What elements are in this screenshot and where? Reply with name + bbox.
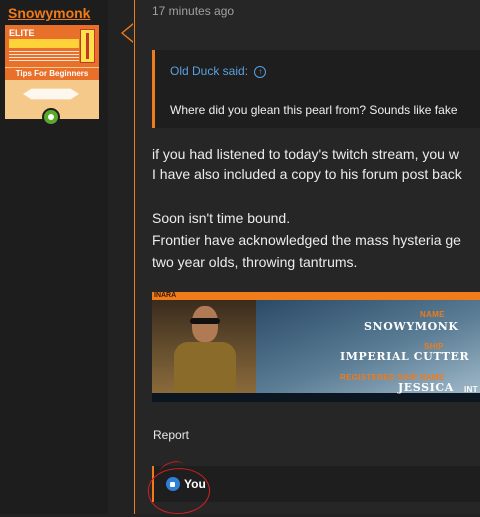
author-username-link[interactable]: Snowymonk — [8, 5, 90, 21]
portrait-face — [192, 306, 218, 342]
avatar-subtitle: Tips For Beginners — [5, 68, 99, 80]
post-paragraph-line: if you had listened to today's twitch st… — [152, 146, 459, 162]
avatar-dangerous-band — [9, 39, 79, 48]
arrow-up-circle-icon: ↑ — [254, 65, 267, 78]
banner-name-value: SNOWYMONK — [364, 320, 459, 333]
banner-name-label: NAME — [420, 310, 445, 319]
portrait-torso — [174, 342, 236, 392]
author-avatar[interactable]: ELITE Tips For Beginners — [5, 25, 99, 119]
report-link[interactable]: Report — [153, 428, 189, 442]
commander-portrait — [152, 300, 256, 393]
post-timestamp-link[interactable]: 17 minutes ago — [152, 4, 234, 18]
post-paragraph-line: Frontier have acknowledged the mass hyst… — [152, 232, 461, 248]
inara-signature-banner[interactable]: INARA NAME SNOWYMONK SHIP IMPERIAL CUTTE… — [152, 292, 480, 402]
banner-extra-label: INT — [464, 385, 478, 394]
post-paragraph-line: Soon isn't time bound. — [152, 210, 291, 226]
post-paragraph-line: two year olds, throwing tantrums. — [152, 254, 358, 270]
portrait-glasses — [190, 318, 220, 324]
avatar-text-lines — [9, 51, 79, 63]
banner-bottom-strip — [152, 393, 480, 402]
banner-ship-value: IMPERIAL CUTTER — [340, 350, 470, 363]
avatar-number-badge — [80, 29, 95, 63]
post-paragraph-line: I have also included a copy to his forum… — [152, 166, 462, 182]
quote-author-link[interactable]: Old Duck said: ↑ — [170, 64, 267, 78]
avatar-title: ELITE — [9, 28, 35, 38]
banner-regname-value: JESSICA — [398, 381, 454, 394]
quote-author-label: Old Duck said: — [170, 64, 249, 78]
avatar-ship-graphic — [23, 88, 79, 100]
online-status-icon — [42, 108, 60, 126]
banner-site-logo: INARA — [154, 292, 177, 299]
banner-top-bar — [152, 292, 480, 300]
quote-text: Where did you glean this pearl from? Sou… — [170, 103, 458, 117]
post-pointer-arrow-inner — [123, 24, 134, 42]
